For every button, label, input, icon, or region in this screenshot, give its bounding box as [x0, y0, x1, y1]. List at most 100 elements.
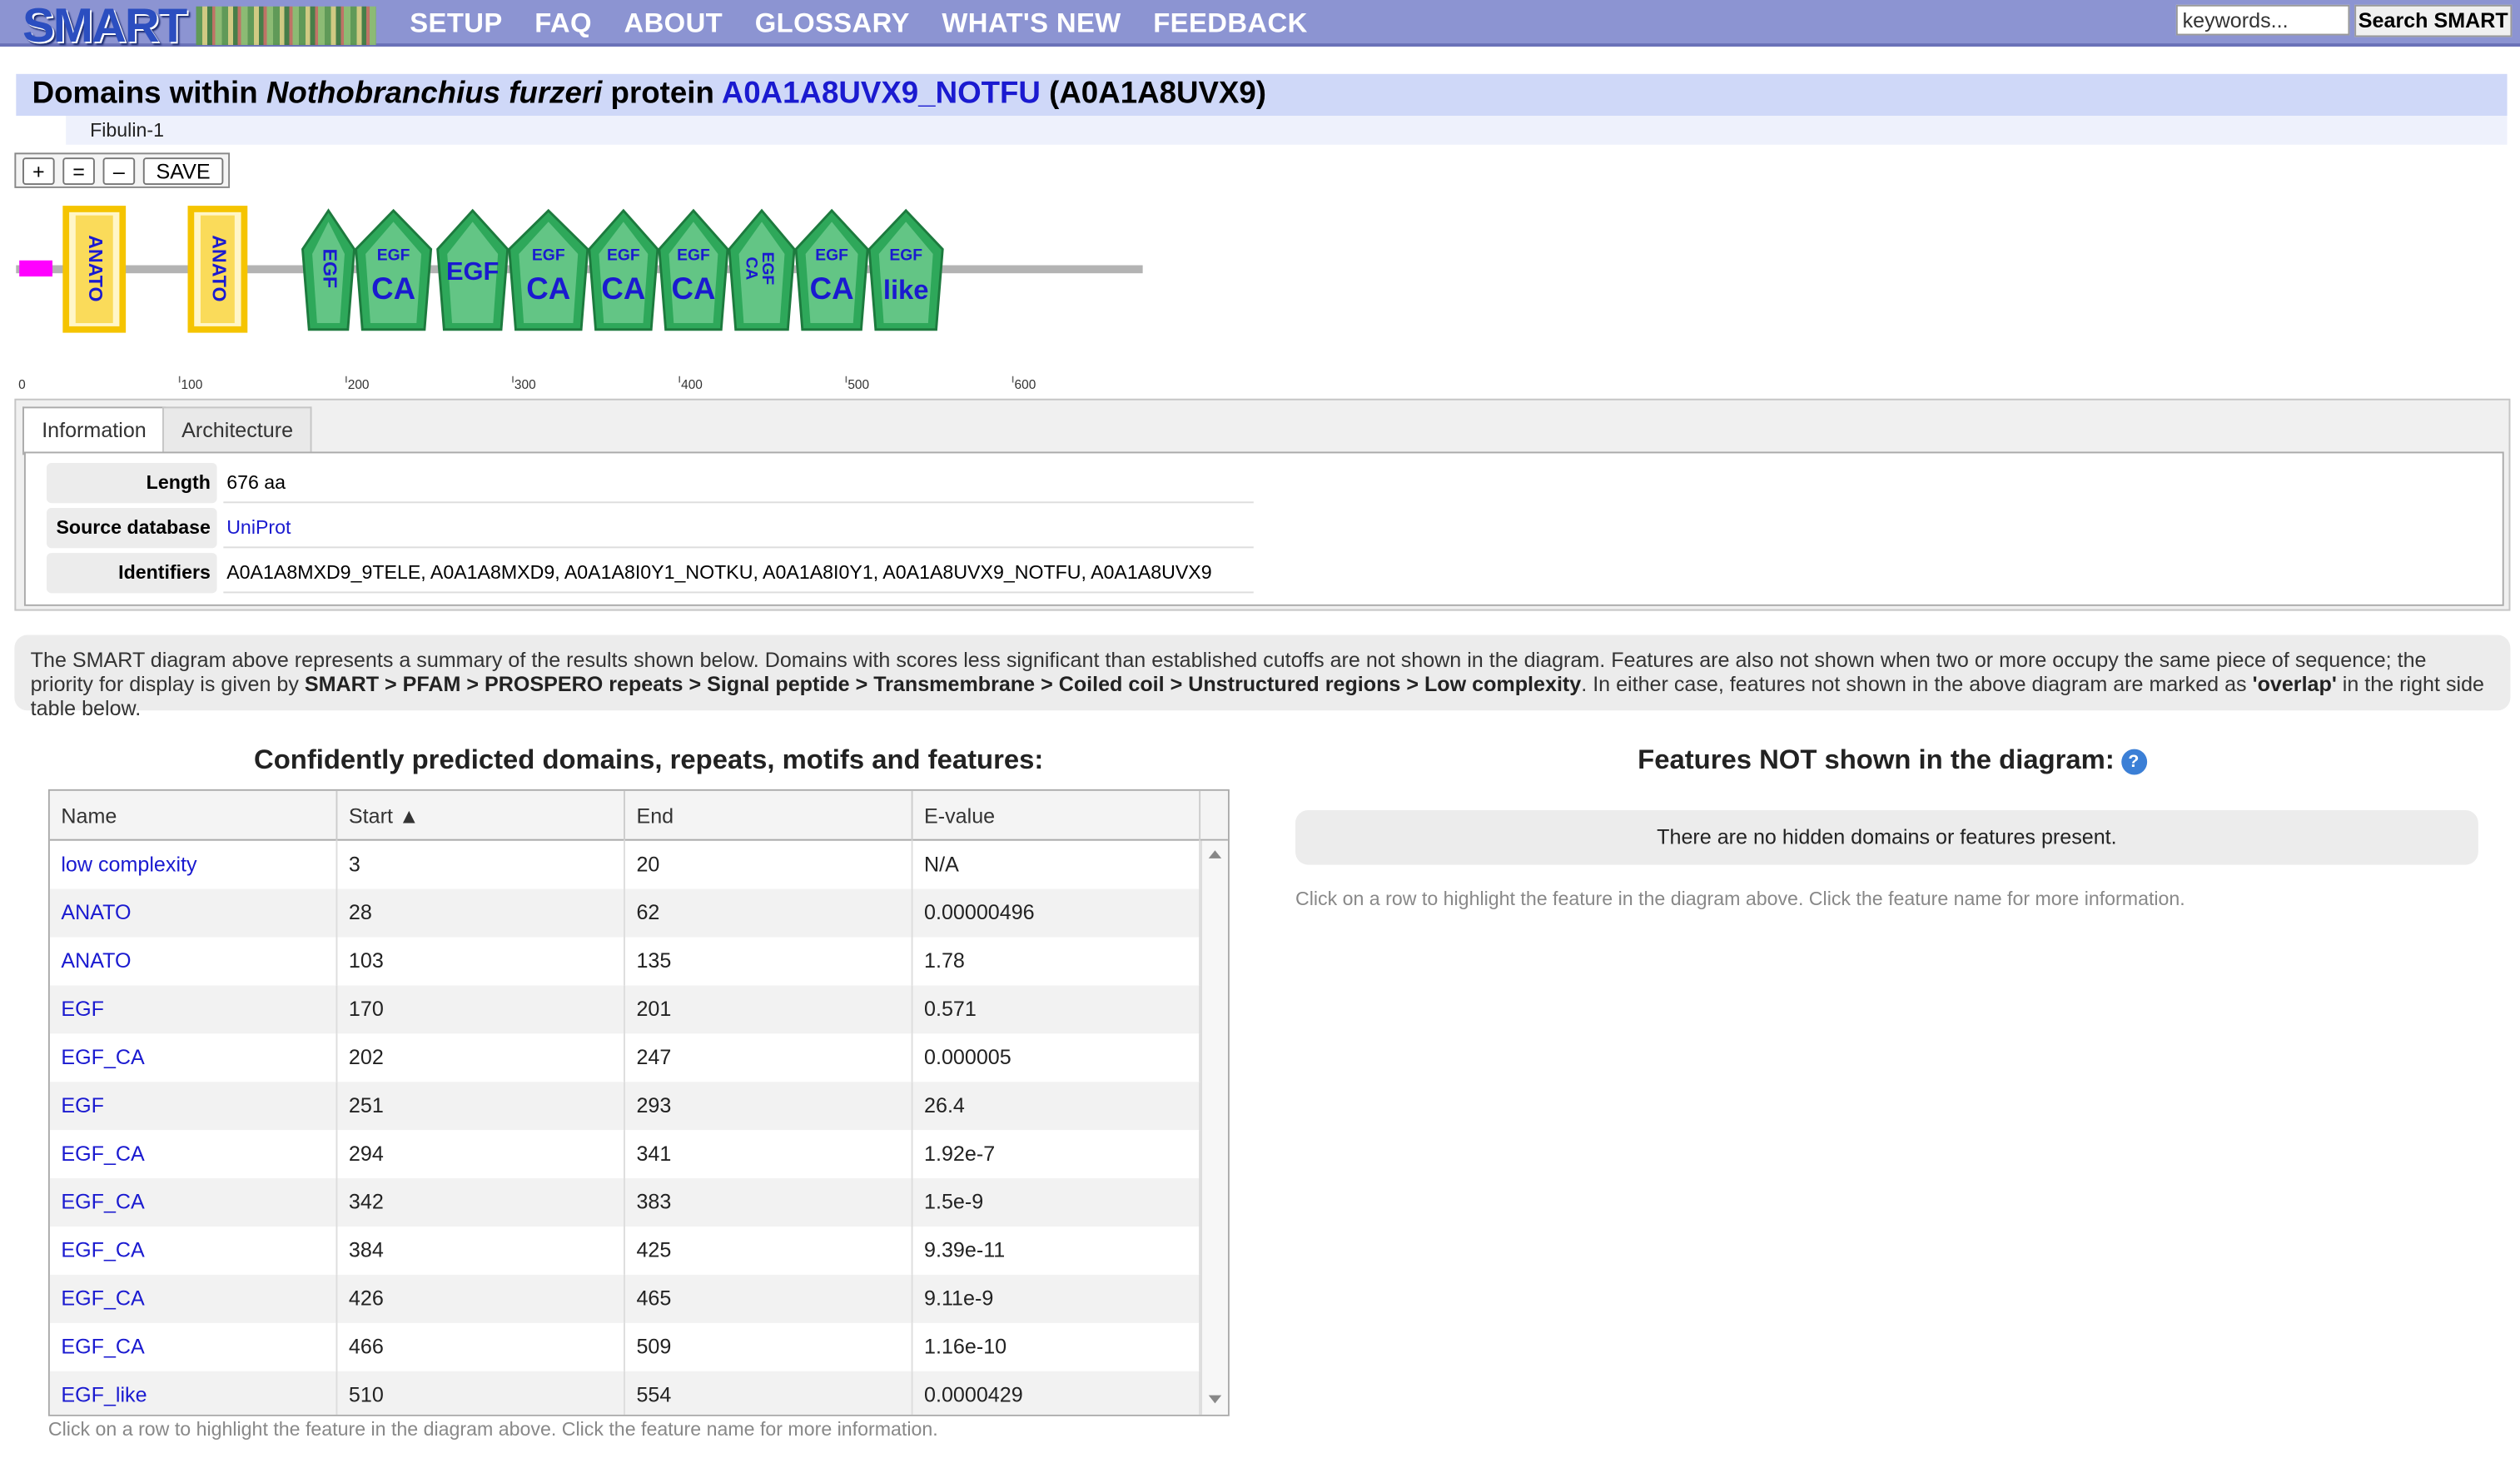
header-name[interactable]: Name	[50, 790, 338, 841]
table-scrollbar[interactable]	[1200, 840, 1228, 1415]
title-species: Nothobranchius furzeri	[266, 77, 603, 112]
information-content: Length 676 aa Source database UniProt Id…	[23, 451, 2504, 606]
cell-name: EGF_CA	[50, 1322, 338, 1371]
length-value: 676 aa	[223, 463, 1254, 504]
domain-diagram[interactable]: ANATO ANATO EGF EGF CA EGF EGF CA EGF CA EGF CA EGFC…	[0, 193, 1221, 402]
feature-link[interactable]: EGF	[61, 997, 104, 1021]
cell-start: 202	[337, 1033, 625, 1082]
zoom-reset-button[interactable]: =	[62, 157, 95, 186]
feature-link[interactable]: EGF_CA	[61, 1142, 144, 1166]
menu-setup[interactable]: SETUP	[410, 8, 502, 41]
cell-name: ANATO	[50, 937, 338, 986]
domain-label-bottom: CA	[810, 271, 854, 306]
cell-name: EGF_like	[50, 1371, 338, 1415]
table-row[interactable]: low complexity 3 20 N/A	[50, 840, 1201, 889]
cell-start: 294	[337, 1130, 625, 1179]
uniprot-link[interactable]: UniProt	[226, 516, 291, 539]
smart-logo[interactable]: SMART	[16, 0, 376, 53]
header-start[interactable]: Start ▲	[337, 790, 625, 841]
low-complexity-region[interactable]	[19, 260, 52, 277]
save-button[interactable]: SAVE	[142, 157, 224, 186]
cell-evalue: 0.000005	[913, 1033, 1201, 1082]
cell-end: 247	[625, 1033, 913, 1082]
table-row[interactable]: ANATO 28 62 0.00000496	[49, 888, 1201, 938]
feature-link[interactable]: EGF_CA	[61, 1237, 144, 1261]
cell-evalue: 0.571	[913, 985, 1201, 1034]
menu-whats-new[interactable]: WHAT'S NEW	[942, 8, 1121, 41]
domain-label-top: EGF	[889, 247, 922, 265]
identifiers-value: A0A1A8MXD9_9TELE, A0A1A8MXD9, A0A1A8I0Y1…	[223, 553, 1254, 594]
table-row[interactable]: EGF_CA 202 247 0.000005	[50, 1033, 1201, 1082]
menu-glossary[interactable]: GLOSSARY	[755, 8, 910, 41]
table-row[interactable]: EGF 251 293 26.4	[49, 1082, 1201, 1131]
protein-name: Fibulin-1	[66, 115, 2508, 145]
domain-label-bottom: like	[883, 274, 929, 305]
page-title: Domains within Nothobranchius furzeri pr…	[16, 73, 2508, 116]
axis-tick-label: 300	[514, 378, 536, 392]
notice-priority: SMART > PFAM > PROSPERO repeats > Signal…	[304, 671, 1582, 696]
domain-label-bottom: CA	[671, 271, 715, 306]
table-row[interactable]: ANATO 103 135 1.78	[50, 937, 1201, 986]
feature-link[interactable]: EGF_CA	[61, 1334, 144, 1358]
cell-start: 466	[337, 1322, 625, 1371]
feature-link[interactable]: EGF_like	[61, 1382, 147, 1406]
feature-link[interactable]: ANATO	[61, 948, 131, 973]
cell-end: 554	[625, 1371, 913, 1415]
cell-start: 426	[337, 1274, 625, 1323]
scroll-down-arrow-icon[interactable]	[1208, 1395, 1222, 1404]
axis-tick-label: 400	[681, 378, 703, 392]
table-row[interactable]: EGF_CA 466 509 1.16e-10	[50, 1322, 1201, 1371]
diagram-notice: The SMART diagram above represents a sum…	[14, 634, 2511, 720]
feature-link[interactable]: EGF_CA	[61, 1190, 144, 1214]
menu-about[interactable]: ABOUT	[624, 8, 723, 41]
zoom-out-button[interactable]: –	[102, 157, 136, 186]
title-accession: (A0A1A8UVX9)	[1040, 77, 1267, 112]
axis-tick-label: 0	[18, 378, 26, 392]
header-evalue[interactable]: E-value	[913, 790, 1201, 841]
table-row[interactable]: EGF_CA 426 465 9.11e-9	[49, 1274, 1201, 1323]
cell-end: 201	[625, 985, 913, 1034]
notice-text-2: . In either case, features not shown in …	[1581, 671, 2253, 696]
domain-label-top: EGF	[377, 247, 410, 265]
cell-end: 509	[625, 1322, 913, 1371]
cell-end: 62	[625, 888, 913, 938]
menu-feedback[interactable]: FEEDBACK	[1153, 8, 1307, 41]
cell-start: 384	[337, 1226, 625, 1275]
feature-link[interactable]: ANATO	[61, 900, 131, 924]
scroll-up-arrow-icon[interactable]	[1208, 850, 1222, 858]
domain-label: EGF	[446, 256, 499, 286]
help-icon[interactable]: ?	[2120, 749, 2147, 775]
menu-faq[interactable]: FAQ	[534, 8, 592, 41]
table-row[interactable]: EGF_CA 294 341 1.92e-7	[50, 1130, 1201, 1179]
table-row[interactable]: EGF_CA 384 425 9.39e-11	[50, 1226, 1201, 1275]
search-input[interactable]: keywords...	[2175, 4, 2350, 36]
cell-name: EGF_CA	[50, 1033, 338, 1082]
zoom-controls: + = – SAVE	[14, 152, 231, 188]
domain-label-bottom: CA	[371, 271, 415, 306]
table-row[interactable]: EGF_like 510 554 0.0000429	[49, 1371, 1201, 1415]
info-panel: Information Architecture Length 676 aa S…	[14, 398, 2511, 611]
tab-architecture[interactable]: Architecture	[162, 406, 313, 454]
search-button[interactable]: Search SMART	[2354, 4, 2513, 37]
table-row[interactable]: EGF_CA 342 383 1.5e-9	[49, 1178, 1201, 1227]
table-body: low complexity 3 20 N/A ANATO 28 62 0.00000496 A…	[49, 840, 1201, 1415]
feature-link[interactable]: EGF	[61, 1093, 104, 1117]
cell-end: 341	[625, 1130, 913, 1179]
table-row[interactable]: EGF 170 201 0.571	[49, 985, 1201, 1034]
feature-link[interactable]: low complexity	[61, 852, 196, 876]
feature-link[interactable]: EGF_CA	[61, 1286, 144, 1310]
entry-link[interactable]: A0A1A8UVX9_NOTFU	[722, 77, 1041, 112]
hidden-features-message: There are no hidden domains or features …	[1295, 809, 2478, 865]
cell-name: EGF_CA	[50, 1130, 338, 1179]
zoom-in-button[interactable]: +	[22, 157, 55, 186]
feature-link[interactable]: EGF_CA	[61, 1045, 144, 1069]
length-label: Length	[46, 462, 217, 504]
cell-start: 28	[337, 888, 625, 938]
domain-label: EGF	[319, 249, 340, 289]
main-menu: SETUP FAQ ABOUT GLOSSARY WHAT'S NEW FEED…	[410, 8, 1340, 41]
header-end[interactable]: End	[625, 790, 913, 841]
cell-start: 170	[337, 985, 625, 1034]
domains-heading: Confidently predicted domains, repeats, …	[254, 744, 1044, 775]
cell-evalue: 1.5e-9	[913, 1178, 1201, 1227]
tab-information[interactable]: Information	[22, 406, 166, 455]
